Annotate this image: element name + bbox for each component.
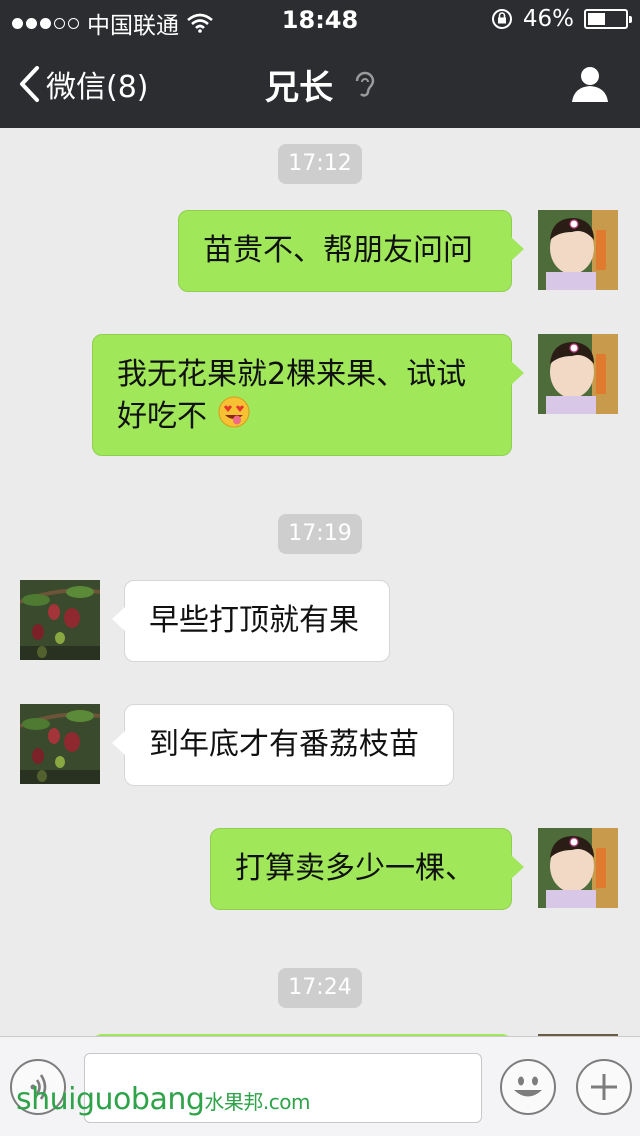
message-bubble-outgoing[interactable]: 苗贵不、帮朋友问问 (178, 210, 524, 292)
heart-eyes-tongue-emoji-icon (217, 395, 251, 440)
avatar-contact[interactable] (20, 580, 100, 660)
earpiece-mode-icon (353, 69, 375, 110)
message-text: 打算卖多少一棵、 (235, 851, 475, 886)
message-text-line: 好吃不 (117, 399, 207, 434)
battery-icon (584, 9, 632, 29)
avatar-self[interactable] (538, 334, 618, 414)
page-title: 兄长 (0, 60, 640, 110)
timestamp: 17:24 (278, 968, 362, 1008)
chat-title: 兄长 (265, 68, 334, 108)
rotation-lock-icon (491, 9, 512, 29)
watermark-cn: 水果邦 (204, 1090, 263, 1114)
person-icon (572, 67, 608, 102)
message-text: 早些打顶就有果 (149, 603, 359, 638)
avatar-self[interactable] (538, 828, 618, 908)
message-text: 到年底才有番荔枝苗 (149, 727, 419, 762)
message-bubble-outgoing[interactable]: 我无花果就2棵来果、试试 好吃不 (92, 334, 524, 456)
timestamp: 17:12 (278, 144, 362, 184)
battery-percent: 46% (522, 6, 574, 32)
nav-bar: 微信(8) 兄长 (0, 40, 640, 128)
emoji-button[interactable] (500, 1059, 556, 1115)
message-bubble-outgoing[interactable]: 打算卖多少一棵、 (210, 828, 524, 910)
smiley-icon (514, 1076, 542, 1097)
message-bubble-incoming[interactable]: 到年底才有番荔枝苗 (112, 704, 454, 786)
message-text: 苗贵不、帮朋友问问 (203, 233, 473, 268)
profile-button[interactable] (570, 64, 610, 108)
plus-icon (591, 1074, 617, 1100)
timestamp: 17:19 (278, 514, 362, 554)
more-button[interactable] (576, 1059, 632, 1115)
message-text-line: 我无花果就2棵来果、试试 (117, 357, 467, 392)
watermark-suffix: .com (262, 1090, 311, 1114)
status-bar: 中国联通 18:48 46% (0, 0, 640, 40)
avatar-contact[interactable] (20, 704, 100, 784)
avatar-self[interactable] (538, 210, 618, 290)
watermark: shuiguobang水果邦.com (16, 1082, 310, 1117)
watermark-text: shuiguobang (16, 1082, 205, 1117)
message-bubble-incoming[interactable]: 早些打顶就有果 (112, 580, 390, 662)
